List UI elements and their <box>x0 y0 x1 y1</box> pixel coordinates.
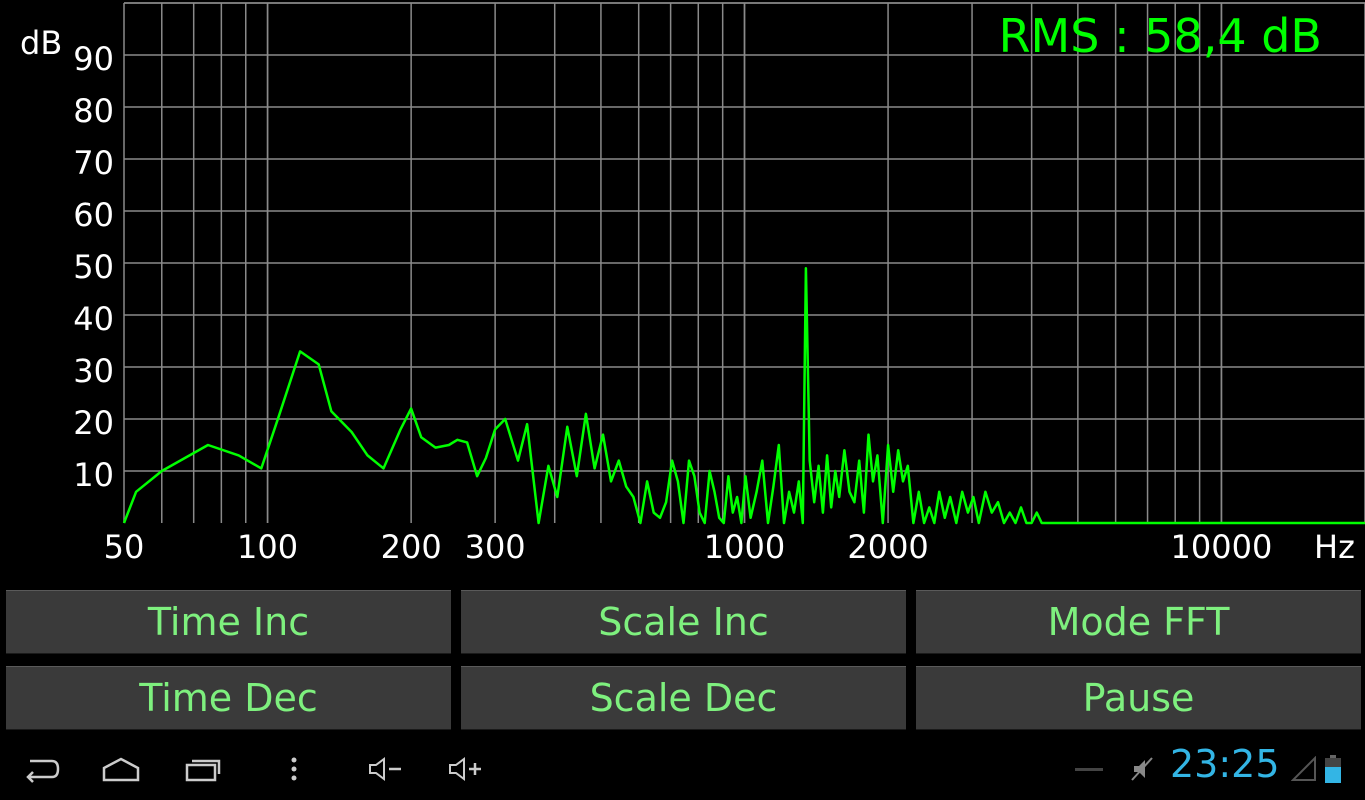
x-tick-label: 10000 <box>1171 528 1273 566</box>
y-tick-label: 90 <box>73 40 114 78</box>
volume-down-icon[interactable] <box>366 738 406 800</box>
chart-grid <box>123 2 1365 523</box>
x-tick-label: 200 <box>381 528 442 566</box>
x-tick-label: 50 <box>104 528 145 566</box>
recent-apps-icon[interactable] <box>182 738 224 800</box>
scale-dec-button[interactable]: Scale Dec <box>461 666 906 730</box>
mute-icon <box>1128 738 1156 800</box>
system-navigation-bar <box>0 738 1365 800</box>
back-icon[interactable] <box>20 738 62 800</box>
status-clock: 23:25 <box>1170 742 1280 786</box>
x-tick-label: 1000 <box>704 528 785 566</box>
y-tick-label: 10 <box>73 456 114 494</box>
y-tick-label: 40 <box>73 300 114 338</box>
rms-readout: RMS : 58,4 dB <box>999 9 1322 63</box>
y-tick-label: 20 <box>73 404 114 442</box>
scale-inc-button[interactable]: Scale Inc <box>461 590 906 654</box>
x-axis-tick-labels: 50 100 200 300 1000 2000 10000 <box>104 528 1273 566</box>
menu-icon[interactable] <box>284 738 304 800</box>
volume-up-icon[interactable] <box>446 738 486 800</box>
notification-dash-icon <box>1074 738 1104 800</box>
x-tick-label: 2000 <box>847 528 928 566</box>
y-tick-label: 80 <box>73 92 114 130</box>
time-dec-button[interactable]: Time Dec <box>6 666 451 730</box>
y-tick-label: 30 <box>73 352 114 390</box>
x-tick-label: 100 <box>237 528 298 566</box>
y-tick-label: 60 <box>73 196 114 234</box>
signal-icon <box>1290 738 1318 800</box>
pause-button[interactable]: Pause <box>916 666 1361 730</box>
home-icon[interactable] <box>100 738 142 800</box>
y-axis-tick-labels: 10 20 30 40 50 60 70 80 90 <box>73 40 114 494</box>
y-tick-label: 70 <box>73 144 114 182</box>
spectrum-chart: 10 20 30 40 50 60 70 80 90 50 100 200 300 1000 2000 10… <box>20 2 1365 566</box>
battery-icon <box>1322 738 1344 800</box>
mode-fft-button[interactable]: Mode FFT <box>916 590 1361 654</box>
x-tick-label: 300 <box>465 528 526 566</box>
time-inc-button[interactable]: Time Inc <box>6 590 451 654</box>
x-axis-label: Hz <box>1314 528 1355 566</box>
y-tick-label: 50 <box>73 248 114 286</box>
y-axis-label: dB <box>20 24 62 62</box>
